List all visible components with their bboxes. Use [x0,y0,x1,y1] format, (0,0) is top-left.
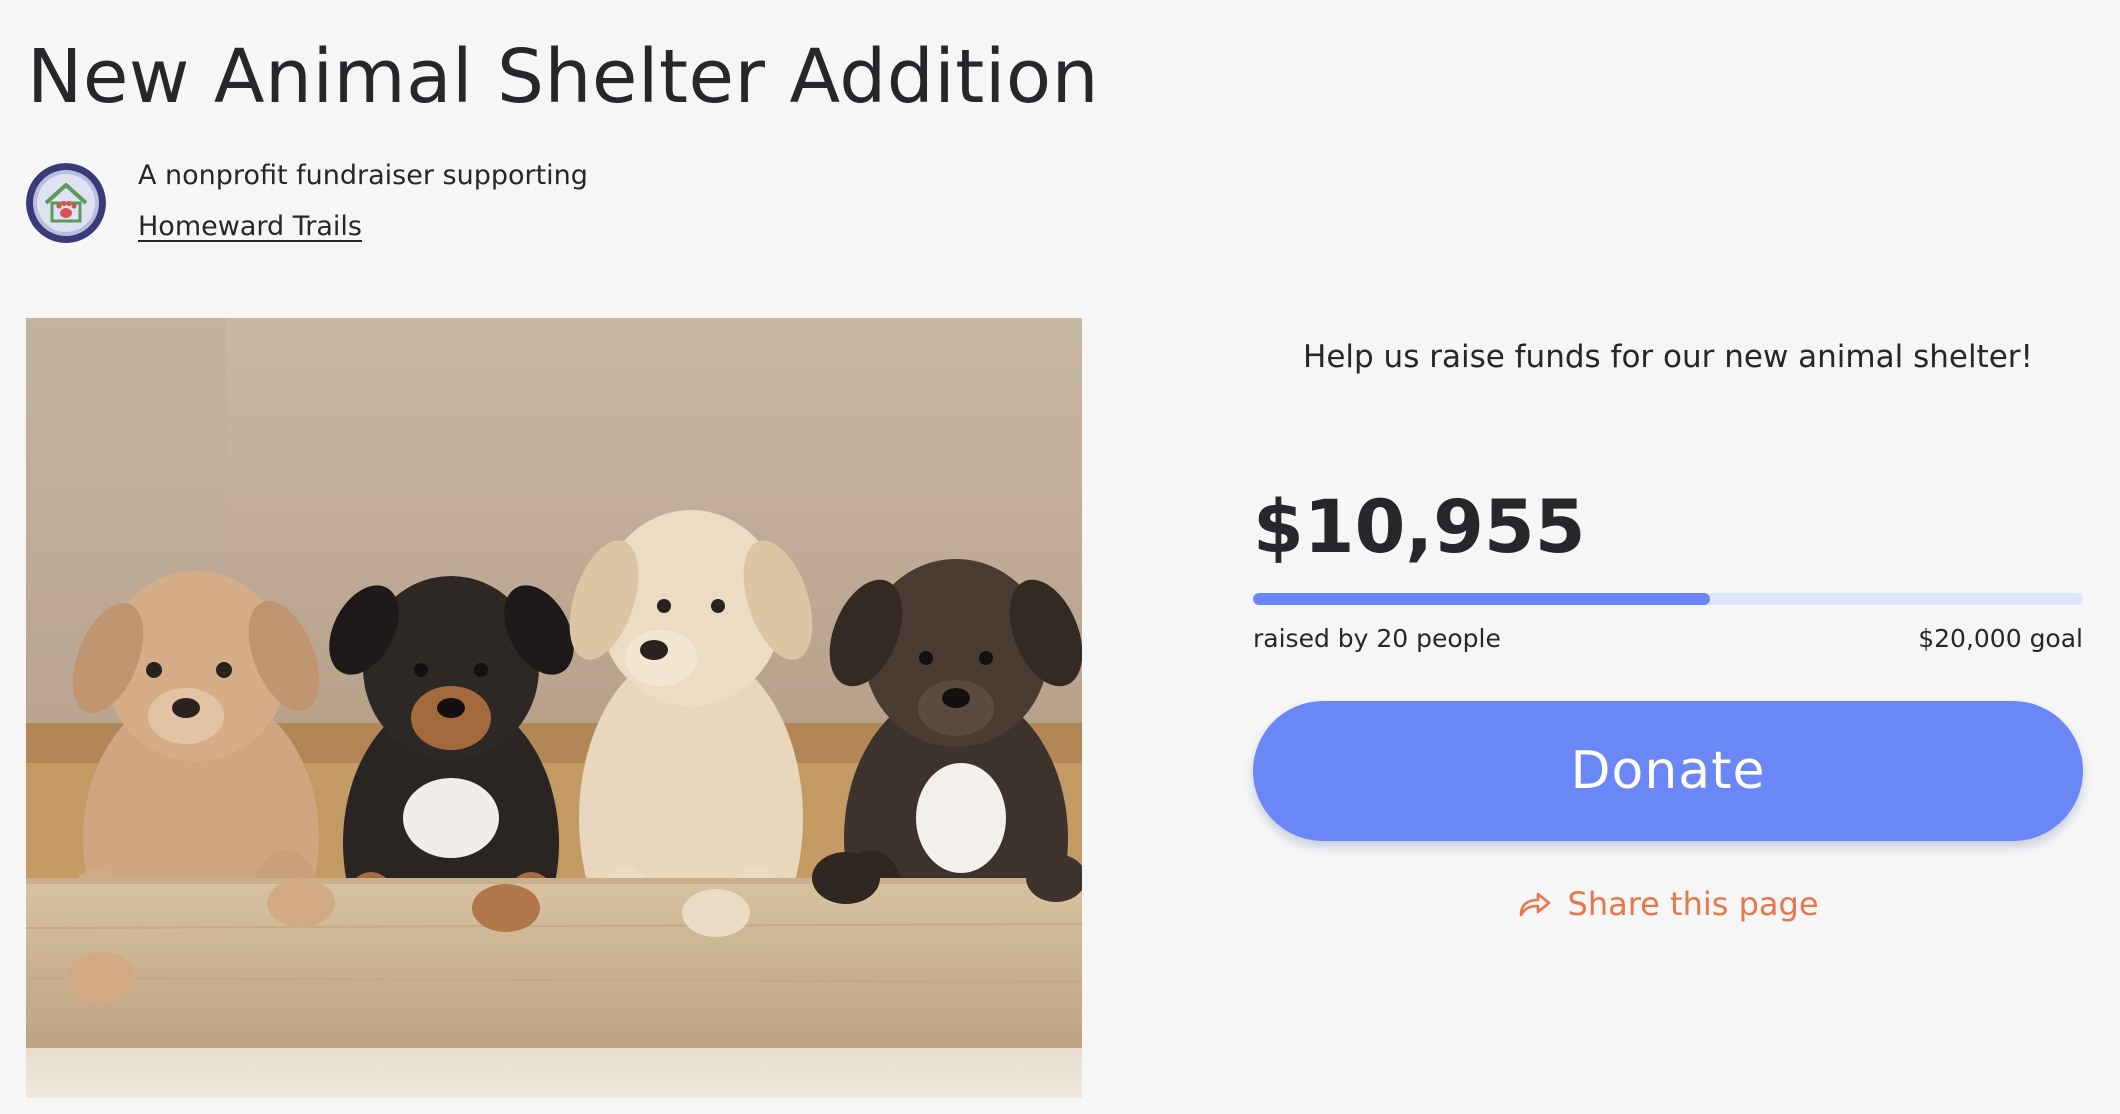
campaign-photo-puppies [26,318,1082,1098]
donate-button[interactable]: Donate [1253,701,2083,841]
campaign-tagline: Help us raise funds for our new animal s… [1303,339,2033,375]
raised-amount: $10,955 [1253,485,1586,570]
page-title: New Animal Shelter Addition [27,34,1100,120]
organization-info: A nonprofit fundraiser supporting Homewa… [138,158,588,245]
donation-panel: Help us raise funds for our new animal s… [1253,318,2083,923]
progress-stats: raised by 20 people $20,000 goal [1253,621,2083,657]
donor-count: raised by 20 people [1253,624,1501,653]
goal-amount: $20,000 goal [1918,624,2083,653]
share-label: Share this page [1567,885,1819,923]
progress-bar [1253,593,2083,605]
fundraiser-caption: A nonprofit fundraiser supporting [138,160,588,191]
progress-bar-fill [1253,593,1710,605]
shelter-logo-icon [26,163,106,243]
organization-link[interactable]: Homeward Trails [138,209,362,245]
share-page-link[interactable]: Share this page [1253,885,2083,923]
share-arrow-icon [1519,892,1550,917]
organization-logo [26,163,106,243]
